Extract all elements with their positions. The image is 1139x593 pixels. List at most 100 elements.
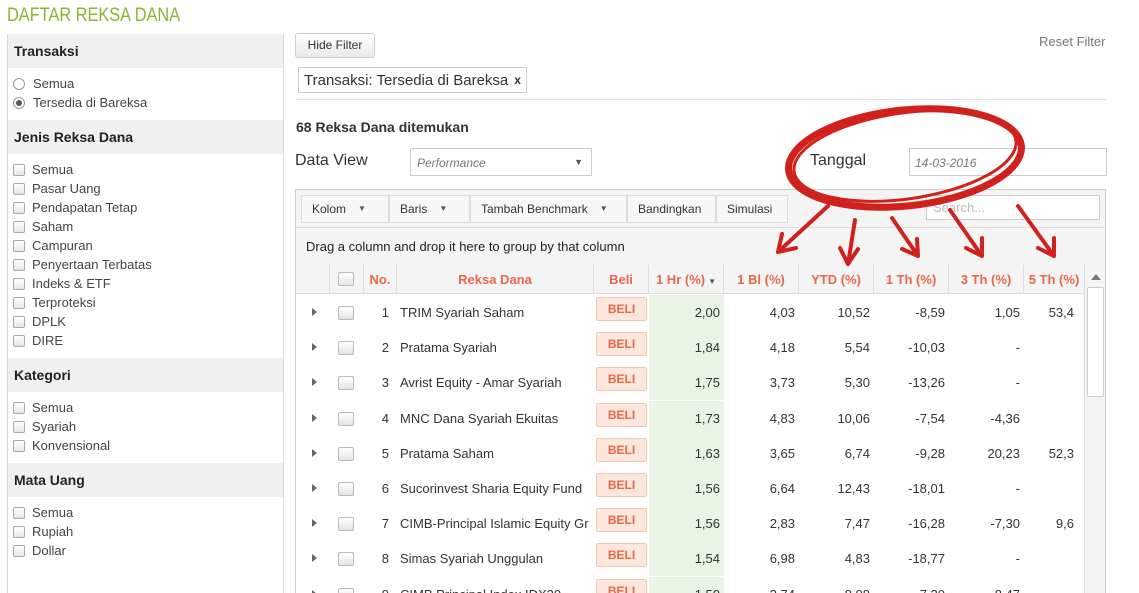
sidebar-option[interactable]: DIRE <box>13 331 283 350</box>
sidebar-option[interactable]: Terproteksi <box>13 293 283 312</box>
table-row[interactable]: 8 Simas Syariah Unggulan BELI 1,54 6,98 4,83 -… <box>296 541 1086 577</box>
row-checkbox[interactable] <box>338 587 354 593</box>
checkbox[interactable] <box>13 401 25 414</box>
row-checkbox[interactable] <box>338 482 354 496</box>
expand-row-icon[interactable] <box>312 448 317 457</box>
beli-button[interactable]: BELI <box>596 332 647 357</box>
bandingkan-button[interactable]: Bandingkan <box>627 195 716 223</box>
sidebar-option[interactable]: Syariah <box>13 417 283 436</box>
checkbox[interactable] <box>13 439 25 452</box>
tanggal-input[interactable]: 14-03-2016 <box>909 148 1107 176</box>
table-row[interactable]: 1 TRIM Syariah Saham BELI 2,00 4,03 10,52 -8,5… <box>296 295 1086 330</box>
checkbox[interactable] <box>13 544 25 557</box>
cell-fund-name[interactable]: Pratama Saham <box>400 436 592 471</box>
radio-button[interactable] <box>13 96 25 109</box>
checkbox[interactable] <box>13 201 25 214</box>
column-header-ytd[interactable]: YTD (%) <box>799 265 874 294</box>
column-header-reksa-dana[interactable]: Reksa Dana <box>397 265 594 294</box>
grid-search-input[interactable]: Search... <box>926 195 1100 220</box>
sidebar-option[interactable]: Semua <box>13 503 283 522</box>
cell-fund-name[interactable]: MNC Dana Syariah Ekuitas <box>400 401 592 436</box>
data-view-select[interactable]: Performance ▼ <box>410 148 592 176</box>
column-header-1bl[interactable]: 1 Bl (%) <box>724 265 799 294</box>
kolom-button[interactable]: Kolom ▼ <box>301 195 389 223</box>
checkbox[interactable] <box>13 334 25 347</box>
beli-button[interactable]: BELI <box>596 437 647 462</box>
expand-row-icon[interactable] <box>312 554 317 563</box>
cell-fund-name[interactable]: Avrist Equity - Amar Syariah <box>400 365 592 400</box>
cell-fund-name[interactable]: CIMB-Principal Islamic Equity Gr <box>400 506 592 541</box>
beli-button[interactable]: BELI <box>596 578 647 593</box>
expand-row-icon[interactable] <box>312 378 317 387</box>
column-header-1hr[interactable]: 1 Hr (%) ▼ <box>649 265 724 294</box>
checkbox[interactable] <box>13 163 25 176</box>
row-checkbox[interactable] <box>338 446 354 461</box>
sidebar-option[interactable]: Tersedia di Bareksa <box>13 93 283 112</box>
table-row[interactable]: 3 Avrist Equity - Amar Syariah BELI 1,75 3,7… <box>296 365 1086 401</box>
table-row[interactable]: 2 Pratama Syariah BELI 1,84 4,18 5,54 -10,03 - <box>296 330 1086 366</box>
sidebar-option[interactable]: Saham <box>13 217 283 236</box>
row-checkbox[interactable] <box>338 376 354 391</box>
beli-button[interactable]: BELI <box>596 297 647 321</box>
reset-filter-link[interactable]: Reset Filter <box>1039 34 1105 49</box>
row-checkbox[interactable] <box>338 306 354 320</box>
expand-row-icon[interactable] <box>312 589 317 593</box>
sidebar-option[interactable]: Semua <box>13 74 283 93</box>
sidebar-option[interactable]: Semua <box>13 160 283 179</box>
beli-button[interactable]: BELI <box>596 402 647 427</box>
expand-row-icon[interactable] <box>312 343 317 352</box>
checkbox[interactable] <box>13 296 25 309</box>
checkbox[interactable] <box>13 239 25 252</box>
row-checkbox[interactable] <box>338 411 354 426</box>
row-checkbox[interactable] <box>338 341 354 356</box>
sidebar-option[interactable]: Indeks & ETF <box>13 274 283 293</box>
simulasi-button[interactable]: Simulasi <box>716 195 788 223</box>
sidebar-option[interactable]: DPLK <box>13 312 283 331</box>
column-header-5th[interactable]: 5 Th (%) <box>1024 265 1084 294</box>
remove-filter-icon[interactable]: x <box>514 73 521 87</box>
expand-row-icon[interactable] <box>312 484 317 492</box>
table-row[interactable]: 7 CIMB-Principal Islamic Equity Gr BELI 1,5… <box>296 506 1086 542</box>
sidebar-option[interactable]: Semua <box>13 398 283 417</box>
cell-fund-name[interactable]: CIMB Principal Index IDX30 <box>400 577 592 593</box>
row-checkbox[interactable] <box>338 552 354 567</box>
cell-fund-name[interactable]: Pratama Syariah <box>400 330 592 365</box>
checkbox[interactable] <box>13 525 25 538</box>
checkbox[interactable] <box>13 258 25 271</box>
beli-button[interactable]: BELI <box>596 508 647 533</box>
table-row[interactable]: 4 MNC Dana Syariah Ekuitas BELI 1,73 4,83 10,… <box>296 400 1086 436</box>
expand-row-icon[interactable] <box>312 308 317 316</box>
sidebar-option[interactable]: Pendapatan Tetap <box>13 198 283 217</box>
checkbox[interactable] <box>13 220 25 233</box>
vertical-scrollbar[interactable] <box>1084 265 1105 593</box>
checkbox[interactable] <box>13 420 25 433</box>
cell-fund-name[interactable]: TRIM Syariah Saham <box>400 295 592 330</box>
tambah-benchmark-button[interactable]: Tambah Benchmark ▼ <box>470 195 627 223</box>
baris-button[interactable]: Baris ▼ <box>389 195 470 223</box>
sidebar-option[interactable]: Pasar Uang <box>13 179 283 198</box>
column-header-no[interactable]: No. <box>364 265 397 294</box>
expand-row-icon[interactable] <box>312 519 317 528</box>
table-row[interactable]: 5 Pratama Saham BELI 1,63 3,65 6,74 -9,28 20,23… <box>296 435 1086 471</box>
sidebar-option[interactable]: Rupiah <box>13 522 283 541</box>
column-header-1th[interactable]: 1 Th (%) <box>874 265 949 294</box>
checkbox[interactable] <box>13 315 25 328</box>
beli-button[interactable]: BELI <box>596 473 647 497</box>
checkbox[interactable] <box>13 277 25 290</box>
group-drop-area[interactable]: Drag a column and drop it here to group … <box>296 228 1105 266</box>
sidebar-option[interactable]: Dollar <box>13 541 283 560</box>
select-all-checkbox[interactable] <box>338 272 354 286</box>
expand-row-icon[interactable] <box>312 413 317 422</box>
table-row[interactable]: 6 Sucorinvest Sharia Equity Fund BELI 1,56 6… <box>296 471 1086 506</box>
scroll-thumb[interactable] <box>1087 287 1104 397</box>
checkbox[interactable] <box>13 182 25 195</box>
scroll-up-icon[interactable] <box>1091 274 1101 280</box>
checkbox[interactable] <box>13 506 25 519</box>
cell-fund-name[interactable]: Simas Syariah Unggulan <box>400 541 592 576</box>
hide-filter-button[interactable]: Hide Filter <box>295 33 375 58</box>
sidebar-option[interactable]: Konvensional <box>13 436 283 455</box>
beli-button[interactable]: BELI <box>596 367 647 392</box>
table-row[interactable]: 9CIMB Principal Index IDX30BELI1,503,748… <box>296 576 1086 593</box>
sidebar-option[interactable]: Penyertaan Terbatas <box>13 255 283 274</box>
beli-button[interactable]: BELI <box>596 543 647 568</box>
